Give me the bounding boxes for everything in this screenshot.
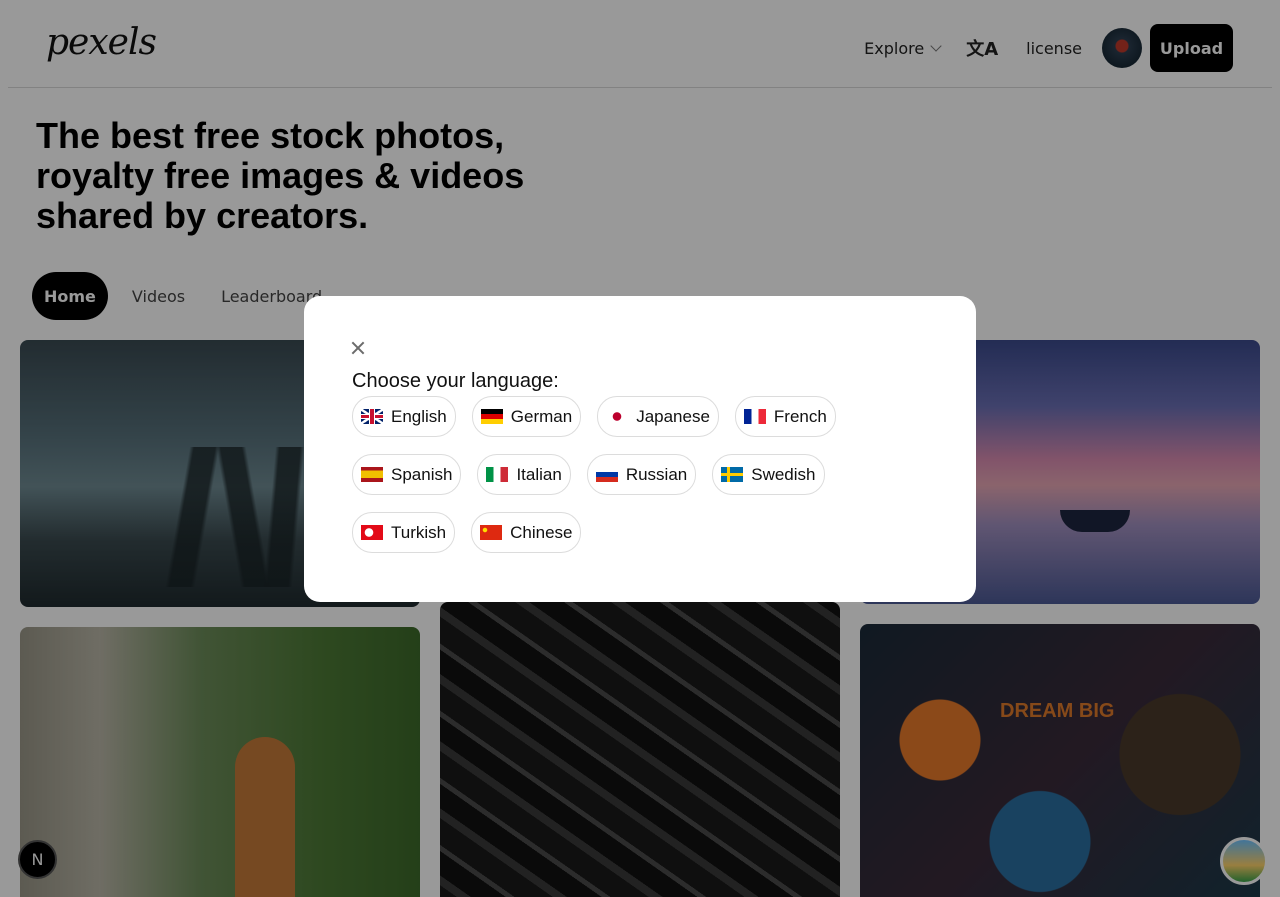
language-label: Turkish xyxy=(391,522,447,542)
flag-sweden-icon xyxy=(721,467,744,482)
close-icon[interactable] xyxy=(348,338,368,358)
language-french-button[interactable]: French xyxy=(734,396,836,437)
language-label: Japanese xyxy=(636,406,710,426)
language-spanish-button[interactable]: Spanish xyxy=(352,454,462,495)
language-row: English German Japanese French xyxy=(352,396,852,437)
language-label: German xyxy=(510,406,573,426)
language-turkish-button[interactable]: Turkish xyxy=(352,512,456,553)
language-japanese-button[interactable]: Japanese xyxy=(597,396,719,437)
language-swedish-button[interactable]: Swedish xyxy=(712,454,825,495)
flag-france-icon xyxy=(743,409,766,424)
language-chinese-button[interactable]: Chinese xyxy=(471,512,582,553)
language-italian-button[interactable]: Italian xyxy=(477,454,571,495)
flag-germany-icon xyxy=(480,409,503,424)
language-modal: Choose your language: English German Jap… xyxy=(304,296,976,602)
language-label: French xyxy=(773,406,827,426)
flag-spain-icon xyxy=(361,467,383,482)
language-english-button[interactable]: English xyxy=(352,396,456,437)
flag-russia-icon xyxy=(595,467,618,482)
flag-turkey-icon xyxy=(361,525,383,540)
flag-italy-icon xyxy=(486,467,509,482)
modal-title: Choose your language: xyxy=(352,370,559,392)
language-russian-button[interactable]: Russian xyxy=(586,454,697,495)
language-row: Spanish Italian Russian Swedish xyxy=(352,454,841,495)
language-label: Swedish xyxy=(751,464,816,484)
flag-japan-icon xyxy=(606,409,629,424)
language-german-button[interactable]: German xyxy=(471,396,582,437)
language-row: Turkish Chinese xyxy=(352,512,597,553)
language-label: Russian xyxy=(625,464,688,484)
language-label: Spanish xyxy=(391,464,453,484)
language-label: English xyxy=(391,406,447,426)
flag-china-icon xyxy=(480,525,503,540)
language-label: Italian xyxy=(516,464,562,484)
flag-uk-icon xyxy=(361,409,383,424)
language-label: Chinese xyxy=(510,522,573,542)
